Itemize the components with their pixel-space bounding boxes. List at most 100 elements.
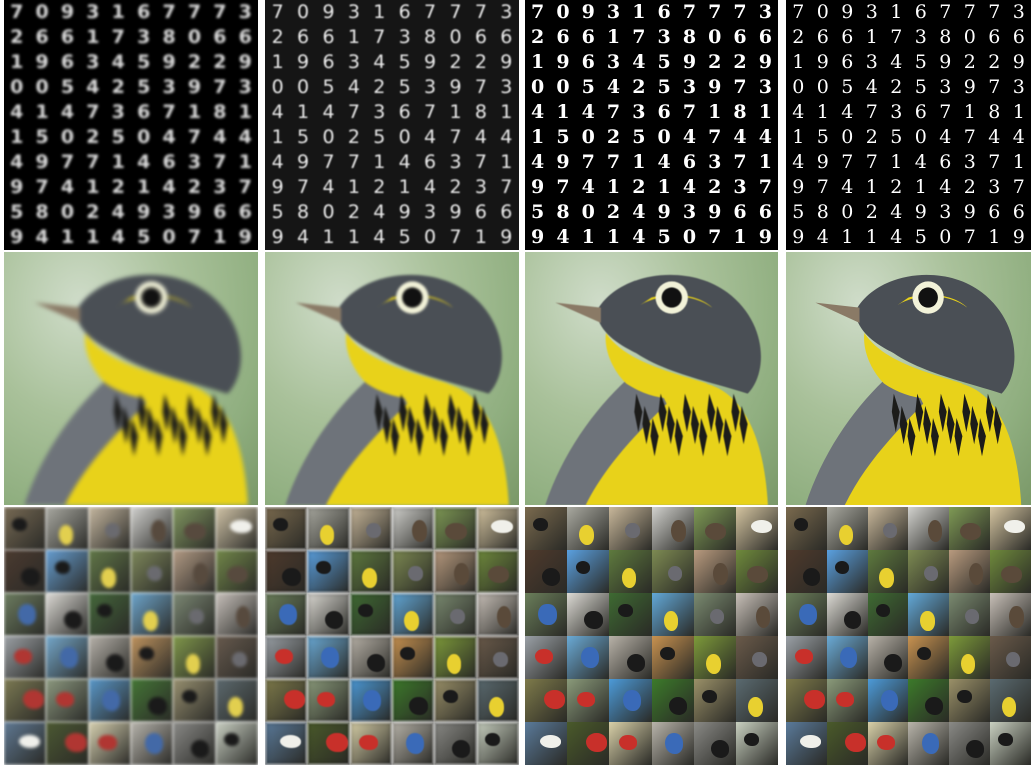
bird-illustration: [805, 274, 1022, 505]
bird-mosaic-panel-2: [265, 507, 519, 765]
digit-cell: 2: [474, 51, 487, 73]
digit-cell: 1: [865, 176, 878, 198]
digit-cell: 1: [238, 101, 252, 123]
digit-cell: 3: [424, 76, 437, 98]
digit-cell: 0: [792, 76, 805, 98]
bird-thumbnail: [349, 679, 392, 722]
digit-cell: 2: [449, 176, 462, 198]
digit-cell: 6: [398, 101, 411, 123]
digit-cell: 1: [632, 151, 646, 173]
bird-silhouette: [755, 606, 771, 628]
digit-cell: 1: [963, 101, 976, 123]
digit-cell: 0: [581, 201, 595, 223]
digit-cell: 2: [10, 26, 24, 48]
bird-thumbnail: [867, 679, 909, 722]
bird-silhouette: [359, 735, 378, 751]
digit-cell: 1: [347, 176, 360, 198]
digit-cell: 6: [556, 26, 570, 48]
bird-silhouette: [54, 560, 70, 574]
digit-cell: 9: [35, 151, 49, 173]
digit-cell: 3: [1012, 76, 1025, 98]
bird-silhouette: [143, 611, 159, 631]
bird-silhouette: [575, 560, 591, 574]
bird-silhouette: [968, 563, 983, 585]
bird-thumbnail: [215, 550, 258, 593]
bird-thumbnail: [786, 679, 827, 722]
bird-thumbnail: [46, 593, 89, 636]
digit-cell: 6: [474, 201, 487, 223]
bird-thumbnail: [908, 550, 950, 593]
digit-cell: 7: [988, 151, 1001, 173]
digit-cell: 3: [474, 176, 487, 198]
digit-cell: 9: [271, 226, 284, 248]
digit-grid-panel-2: 7093167773266173806619634592290054253973…: [265, 0, 519, 250]
digit-cell: 0: [322, 201, 335, 223]
bird-silhouette: [671, 520, 687, 542]
bird-silhouette: [273, 517, 289, 531]
bird-thumbnail: [786, 550, 827, 593]
digit-grid-panel-3: 7093167773266173806619634592290054253973…: [525, 0, 778, 250]
digit-cell: 2: [963, 176, 976, 198]
bird-thumbnail: [949, 550, 991, 593]
digit-cell: 7: [963, 126, 976, 148]
bird-silhouette: [56, 692, 75, 708]
bird-thumbnail: [990, 593, 1031, 636]
bird-thumbnail: [651, 636, 694, 679]
bird-closeup-panel-3: [525, 252, 778, 505]
bird-thumbnail: [609, 636, 652, 679]
digit-cell: 8: [988, 101, 1001, 123]
digit-cell: 9: [939, 51, 952, 73]
digit-cell: 1: [865, 226, 878, 248]
digit-cell: 5: [322, 76, 335, 98]
digit-cell: 3: [963, 151, 976, 173]
digit-cell: 6: [939, 151, 952, 173]
bird-mosaic-panel-1: [4, 507, 258, 765]
digit-cell: 4: [556, 226, 570, 248]
digit-cell: 7: [86, 151, 100, 173]
bird-silhouette: [799, 603, 817, 626]
bird-silhouette: [966, 740, 984, 758]
digit-cell: 1: [758, 151, 772, 173]
digit-cell: 7: [556, 176, 570, 198]
digit-cell: 0: [187, 26, 202, 48]
digit-cell: 6: [60, 26, 75, 48]
bird-silhouette: [702, 689, 717, 703]
digit-cell: 0: [271, 76, 284, 98]
digit-cell: 4: [890, 226, 903, 248]
bird-photo: [4, 252, 258, 505]
bird-silhouette: [491, 520, 514, 534]
bird-thumbnail: [949, 679, 991, 722]
digit-cell: 4: [531, 151, 545, 173]
bird-thumbnail: [525, 636, 568, 679]
digit-cell: 5: [137, 51, 151, 73]
bird-thumbnail: [391, 507, 435, 550]
bird-thumbnail: [130, 636, 174, 679]
digit-cell: 2: [708, 176, 722, 198]
bird-thumbnail: [826, 550, 868, 593]
digit-cell: 5: [890, 126, 903, 148]
bird-silhouette: [409, 697, 428, 715]
digit-cell: 6: [914, 1, 927, 23]
bird-thumbnail: [88, 679, 131, 722]
bird-silhouette: [488, 697, 504, 717]
digit-cell: 9: [449, 76, 462, 98]
digit-cell: 1: [632, 1, 646, 23]
bird-silhouette: [97, 603, 112, 617]
digit-cell: 3: [682, 201, 697, 223]
digit-cell: 1: [10, 126, 24, 148]
digit-cell: 2: [606, 126, 621, 148]
digit-cell: 6: [914, 101, 927, 123]
digit-cell: 1: [890, 1, 903, 23]
bird-silhouette: [538, 603, 557, 626]
digit-cell: 9: [556, 51, 570, 73]
digit-cell: 0: [35, 1, 49, 23]
digit-cell: 2: [632, 76, 646, 98]
digit-cell: 4: [373, 51, 386, 73]
digit-cell: 1: [373, 1, 386, 23]
digit-grid: 7093167773266173806619634592290054253973…: [265, 0, 519, 250]
bird-silhouette: [925, 697, 943, 715]
bird-thumbnail: [265, 679, 308, 722]
digit-cell: 9: [792, 226, 805, 248]
digit-cell: 7: [708, 1, 722, 23]
digit-cell: 9: [238, 226, 252, 248]
